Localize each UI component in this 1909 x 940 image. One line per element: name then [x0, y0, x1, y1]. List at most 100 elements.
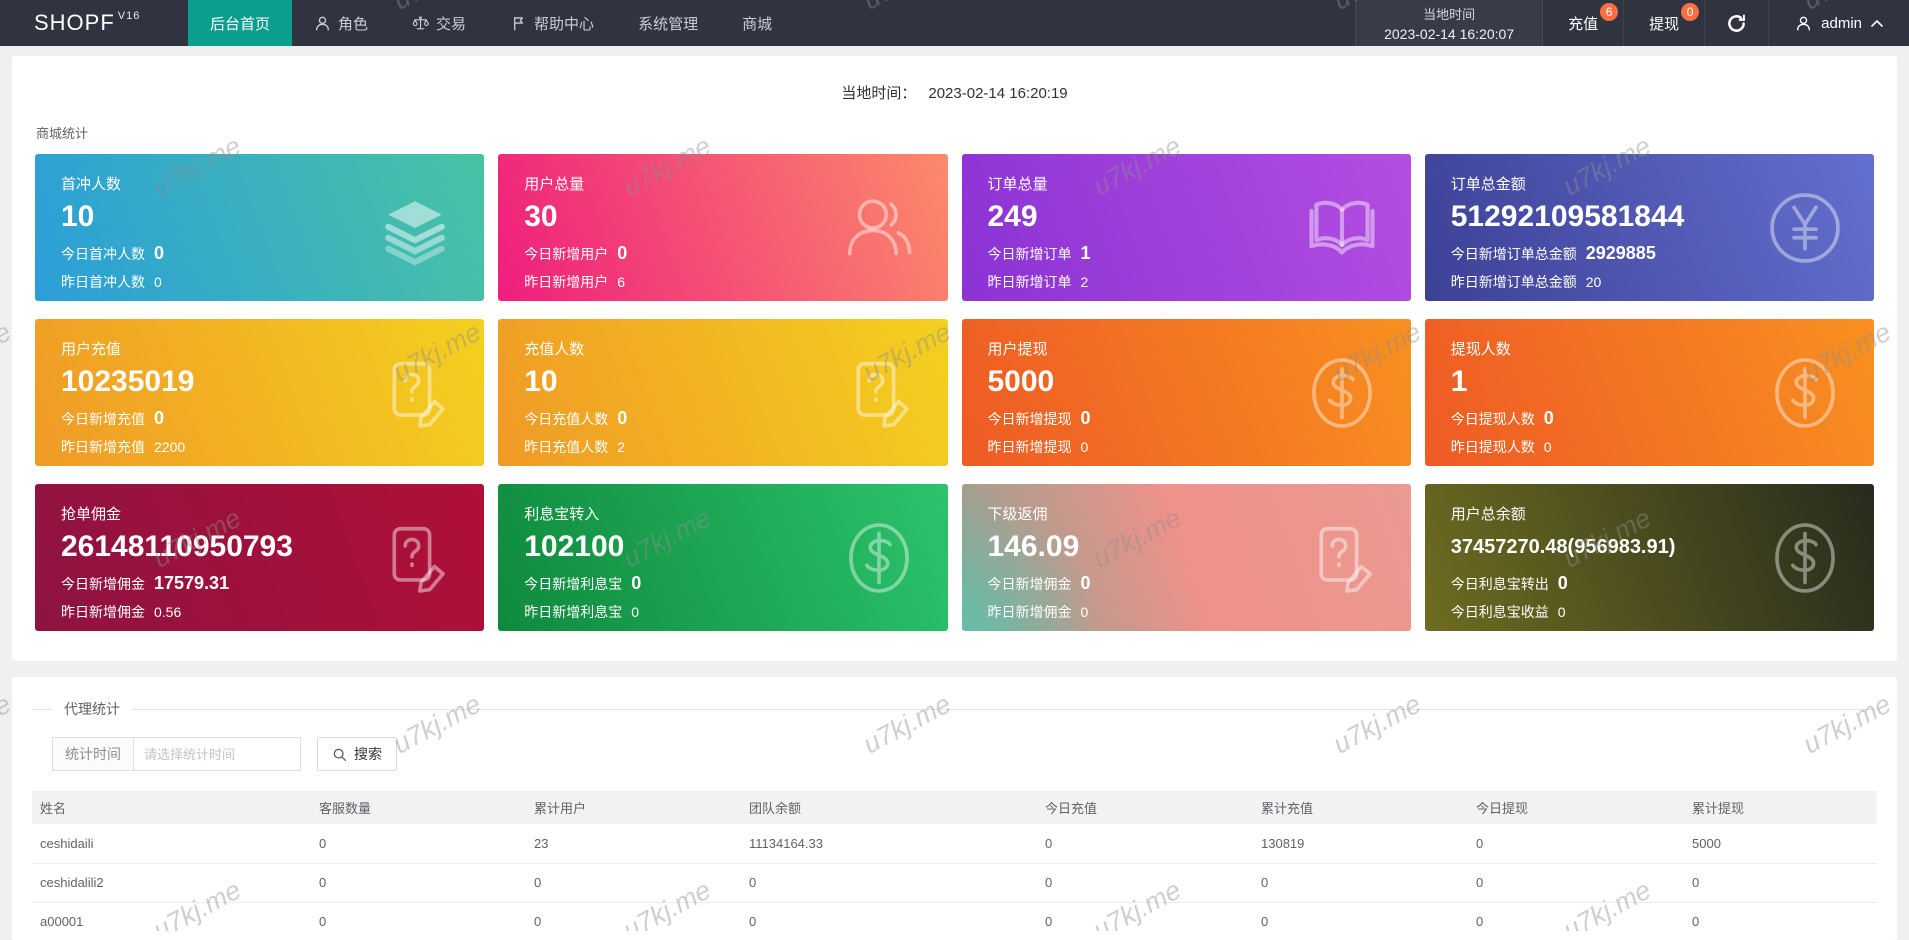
stat-card-order-amount: 订单总金额 51292109581844 今日新增订单总金额 2929885 昨日新增订… — [1424, 154, 1874, 301]
logo-text: SHOPF — [34, 10, 115, 35]
column-header: 团队余额 — [741, 791, 1037, 824]
table-cell: 0 — [1253, 863, 1468, 903]
card-yesterday-line: 昨日新增充值 2200 — [61, 437, 458, 457]
table-cell: 0 — [1468, 902, 1684, 940]
stat-card-withdraw-users: 提现人数 1 今日提现人数 0 昨日提现人数 0 — [1424, 319, 1874, 466]
user-menu[interactable]: admin — [1769, 0, 1909, 46]
logo-version: V16 — [117, 10, 141, 22]
agent-panel: 代理统计 统计时间 搜索 姓名客服数量累计用户团队余额今日充值累计充值今日提现累… — [12, 677, 1897, 940]
doc-icon — [1303, 519, 1381, 597]
column-header: 客服数量 — [311, 791, 526, 824]
table-cell: 0 — [1468, 824, 1684, 864]
chevron-up-icon — [1871, 19, 1883, 27]
stats-panel: 当地时间： 2023-02-14 16:20:19 商城统计 首冲人数 10 今日首冲… — [12, 56, 1897, 661]
card-yesterday-line: 昨日新增订单总金额 20 — [1451, 272, 1848, 292]
card-today-value: 1 — [1080, 243, 1091, 263]
nav-item-label: 交易 — [436, 15, 467, 33]
username: admin — [1821, 14, 1862, 32]
card-yesterday-label: 昨日首冲人数 — [61, 274, 145, 290]
nav-item-help[interactable]: 帮助中心 — [488, 0, 616, 46]
nav-item-label: 系统管理 — [638, 15, 699, 33]
nav-item-label: 帮助中心 — [534, 15, 595, 33]
recharge-label: 充值 — [1568, 15, 1599, 33]
card-yesterday-value: 2 — [1080, 274, 1089, 290]
card-yesterday-label: 昨日新增佣金 — [61, 604, 145, 620]
local-time-block: 当地时间 2023-02-14 16:20:07 — [1355, 0, 1544, 46]
card-today-label: 今日新增利息宝 — [524, 576, 623, 592]
card-yesterday-value: 2200 — [154, 439, 186, 455]
flag-icon — [510, 15, 527, 32]
refresh-button[interactable] — [1705, 0, 1770, 46]
stat-cards-grid: 首冲人数 10 今日首冲人数 0 昨日首冲人数 0 用户总量 30 今日新增用户 0 昨日新增用户 6… — [35, 154, 1874, 631]
nav-item-trade[interactable]: 交易 — [390, 0, 488, 46]
dollar-icon — [840, 519, 918, 597]
card-today-value: 0 — [1543, 408, 1554, 428]
dollar-icon — [1303, 354, 1381, 432]
stat-card-total-orders: 订单总量 249 今日新增订单 1 昨日新增订单 2 — [961, 154, 1411, 301]
column-header: 姓名 — [32, 791, 311, 824]
nav-item-roles[interactable]: 角色 — [292, 0, 390, 46]
table-row[interactable]: a00001 0 0 0 0 0 0 0 — [32, 902, 1877, 940]
users-icon — [840, 189, 918, 267]
table-row[interactable]: ceshidalili2 0 0 0 0 0 0 0 — [32, 863, 1877, 903]
stat-card-first-recharge-users: 首冲人数 10 今日首冲人数 0 昨日首冲人数 0 — [35, 154, 485, 301]
card-yesterday-label: 今日利息宝收益 — [1450, 604, 1549, 620]
scales-icon — [412, 15, 429, 32]
book-icon — [1303, 189, 1381, 267]
withdraw-badge: 0 — [1681, 3, 1700, 21]
nav-item-mall[interactable]: 商城 — [720, 0, 794, 46]
stat-time-label: 统计时间 — [52, 737, 133, 771]
card-today-value: 0 — [1080, 573, 1091, 593]
withdraw-button[interactable]: 提现 0 — [1624, 0, 1706, 46]
nav-item-dashboard[interactable]: 后台首页 — [188, 0, 293, 46]
agent-filter-row: 统计时间 搜索 — [52, 737, 1877, 771]
table-cell: 130819 — [1253, 824, 1468, 864]
card-yesterday-label: 昨日新增充值 — [61, 439, 145, 455]
card-yesterday-line: 昨日新增佣金 0.56 — [61, 602, 458, 622]
card-yesterday-line: 今日利息宝收益 0 — [1451, 602, 1848, 622]
column-header: 累计提现 — [1684, 791, 1877, 824]
card-today-label: 今日首冲人数 — [61, 246, 145, 262]
table-cell: 0 — [1037, 824, 1253, 864]
search-button[interactable]: 搜索 — [317, 737, 397, 771]
stat-card-user-recharge: 用户充值 10235019 今日新增充值 0 昨日新增充值 2200 — [35, 319, 485, 466]
card-today-value: 0 — [154, 243, 165, 263]
table-cell: 0 — [1253, 902, 1468, 940]
stat-card-total-balance: 用户总余额 37457270.48(956983.91) 今日利息宝转出 0 今日利息宝… — [1424, 484, 1874, 631]
nav-item-label: 商城 — [742, 15, 773, 33]
stat-card-user-withdraw: 用户提现 5000 今日新增提现 0 昨日新增提现 0 — [961, 319, 1411, 466]
card-yesterday-line: 昨日新增提现 0 — [988, 437, 1385, 457]
search-button-label: 搜索 — [354, 746, 382, 762]
card-yesterday-value: 0 — [1080, 604, 1089, 620]
column-header: 累计充值 — [1253, 791, 1468, 824]
card-today-label: 今日新增用户 — [524, 246, 609, 262]
stat-card-order-commission: 抢单佣金 26148110950793 今日新增佣金 17579.31 昨日新增佣金 0.… — [35, 484, 485, 631]
doc-icon — [376, 354, 454, 432]
table-row[interactable]: ceshidaili 0 23 11134164.33 0 130819 0 5000 — [32, 824, 1877, 864]
card-yesterday-value: 0 — [1080, 439, 1089, 455]
card-yesterday-line: 昨日新增订单 2 — [988, 272, 1385, 292]
stat-card-sub-rebate: 下级返佣 146.09 今日新增佣金 0 昨日新增佣金 0 — [962, 484, 1411, 631]
card-today-value: 0 — [1557, 573, 1568, 593]
card-yesterday-value: 0 — [1543, 439, 1552, 455]
doc-icon — [376, 519, 454, 597]
card-today-value: 0 — [154, 408, 165, 428]
table-cell: 5000 — [1684, 824, 1877, 864]
agent-section-title: 代理统计 — [64, 701, 120, 717]
column-header: 累计用户 — [526, 791, 741, 824]
user-icon — [314, 15, 331, 32]
table-cell: 0 — [526, 863, 741, 903]
search-icon — [333, 748, 346, 761]
stat-time-input[interactable] — [133, 737, 301, 771]
refresh-icon — [1728, 14, 1746, 32]
doc-icon — [840, 354, 918, 432]
stat-card-recharge-users: 充值人数 10 今日充值人数 0 昨日充值人数 2 — [498, 319, 948, 466]
card-yesterday-line: 昨日充值人数 2 — [524, 437, 921, 457]
agent-fieldset: 代理统计 — [32, 699, 1877, 719]
recharge-button[interactable]: 充值 6 — [1543, 0, 1625, 46]
card-yesterday-value: 0.56 — [154, 604, 182, 620]
card-today-label: 今日新增佣金 — [61, 576, 145, 592]
table-cell: 0 — [1684, 863, 1877, 903]
nav-item-system[interactable]: 系统管理 — [616, 0, 720, 46]
app-logo[interactable]: SHOPF V16 — [0, 0, 152, 46]
